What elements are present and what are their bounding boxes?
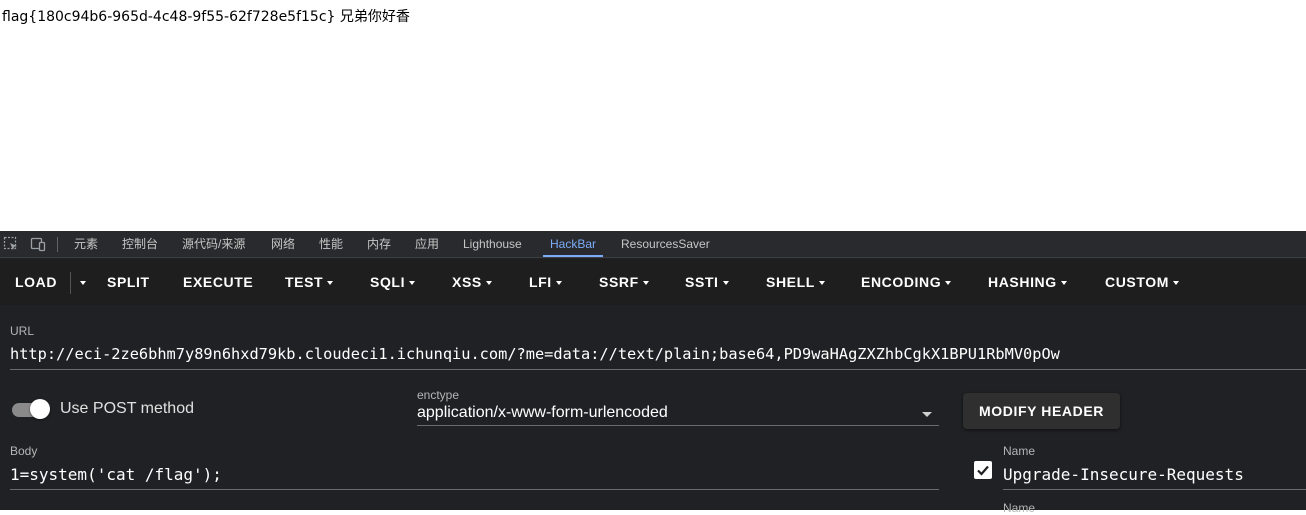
dropdown-arrow-icon[interactable] <box>922 412 932 417</box>
sqli-label: SQLI <box>370 274 406 290</box>
tab-network[interactable]: 网络 <box>271 231 295 257</box>
tab-application[interactable]: 应用 <box>415 231 439 257</box>
xss-label: XSS <box>452 274 482 290</box>
load-label: LOAD <box>15 274 58 290</box>
ssrf-menu-button[interactable]: SSRF <box>599 259 649 305</box>
page-content: flag{180c94b6-965d-4c48-9f55-62f728e5f15… <box>0 0 1306 231</box>
xss-menu-button[interactable]: XSS <box>452 259 492 305</box>
tab-performance[interactable]: 性能 <box>319 231 343 257</box>
chevron-down-icon <box>80 281 86 286</box>
chevron-down-icon <box>555 281 562 286</box>
header-name-underline <box>1003 489 1306 490</box>
encoding-menu-button[interactable]: ENCODING <box>861 259 952 305</box>
split-button[interactable]: SPLIT <box>107 259 150 305</box>
encoding-label: ENCODING <box>861 274 942 290</box>
tab-hackbar[interactable]: HackBar <box>543 231 604 257</box>
tab-console[interactable]: 控制台 <box>122 231 158 257</box>
chevron-down-icon <box>642 281 649 286</box>
load-dropdown-button[interactable] <box>76 259 86 305</box>
tab-sources[interactable]: 源代码/来源 <box>182 231 245 257</box>
flag-text: flag{180c94b6-965d-4c48-9f55-62f728e5f15… <box>2 9 410 25</box>
lfi-menu-button[interactable]: LFI <box>529 259 562 305</box>
shell-menu-button[interactable]: SHELL <box>766 259 825 305</box>
execute-button[interactable]: EXECUTE <box>183 259 253 305</box>
enctype-label: enctype <box>417 388 460 402</box>
ssrf-label: SSRF <box>599 274 639 290</box>
lfi-label: LFI <box>529 274 552 290</box>
hashing-label: HASHING <box>988 274 1057 290</box>
url-field-underline <box>10 369 1306 370</box>
url-field[interactable]: http://eci-2ze6bhm7y89n6hxd79kb.cloudeci… <box>10 345 1060 363</box>
devtools-tab-bar: 元素 控制台 源代码/来源 网络 性能 内存 应用 Lighthouse Hac… <box>0 231 1306 258</box>
chevron-down-icon <box>485 281 492 286</box>
load-button[interactable]: LOAD <box>15 259 57 305</box>
header-enabled-checkbox[interactable] <box>974 461 992 479</box>
modify-header-button[interactable]: MODIFY HEADER <box>963 393 1120 429</box>
split-label: SPLIT <box>107 274 150 290</box>
inspect-element-icon[interactable] <box>3 236 19 252</box>
tab-elements[interactable]: 元素 <box>74 231 98 257</box>
execute-label: EXECUTE <box>183 274 254 290</box>
hashing-menu-button[interactable]: HASHING <box>988 259 1067 305</box>
test-label: TEST <box>285 274 324 290</box>
hackbar-toolbar: LOAD SPLIT EXECUTE TEST SQLI XSS LFI SSR… <box>0 259 1306 305</box>
custom-menu-button[interactable]: CUSTOM <box>1105 259 1180 305</box>
tab-resourcessaver[interactable]: ResourcesSaver <box>621 231 710 257</box>
test-menu-button[interactable]: TEST <box>285 259 334 305</box>
header-name-label: Name <box>1003 444 1036 458</box>
chevron-down-icon <box>945 281 952 286</box>
custom-label: CUSTOM <box>1105 274 1170 290</box>
ssti-menu-button[interactable]: SSTI <box>685 259 729 305</box>
sqli-menu-button[interactable]: SQLI <box>370 259 416 305</box>
chevron-down-icon <box>722 281 729 286</box>
chevron-down-icon <box>1173 281 1180 286</box>
body-label: Body <box>10 444 38 458</box>
chevron-down-icon <box>327 281 334 286</box>
body-field-underline <box>10 489 939 490</box>
post-method-label: Use POST method <box>60 400 194 417</box>
device-toolbar-icon[interactable] <box>30 236 46 252</box>
shell-label: SHELL <box>766 274 815 290</box>
chevron-down-icon <box>818 281 825 286</box>
ssti-label: SSTI <box>685 274 719 290</box>
enctype-select-underline <box>417 425 939 426</box>
body-field[interactable]: 1=system('cat /flag'); <box>10 465 222 484</box>
post-method-toggle-thumb[interactable] <box>30 399 50 419</box>
header-name-label-2: Name <box>1003 501 1036 515</box>
chevron-down-icon <box>409 281 416 286</box>
chevron-down-icon <box>1060 281 1067 286</box>
tab-memory[interactable]: 内存 <box>367 231 391 257</box>
tab-separator <box>57 237 58 252</box>
enctype-select[interactable]: application/x-www-form-urlencoded <box>417 404 668 422</box>
checkmark-icon <box>977 465 989 476</box>
url-label: URL <box>10 324 35 338</box>
header-name-field[interactable]: Upgrade-Insecure-Requests <box>1003 465 1244 484</box>
tab-lighthouse[interactable]: Lighthouse <box>463 231 522 257</box>
load-separator <box>70 272 71 294</box>
